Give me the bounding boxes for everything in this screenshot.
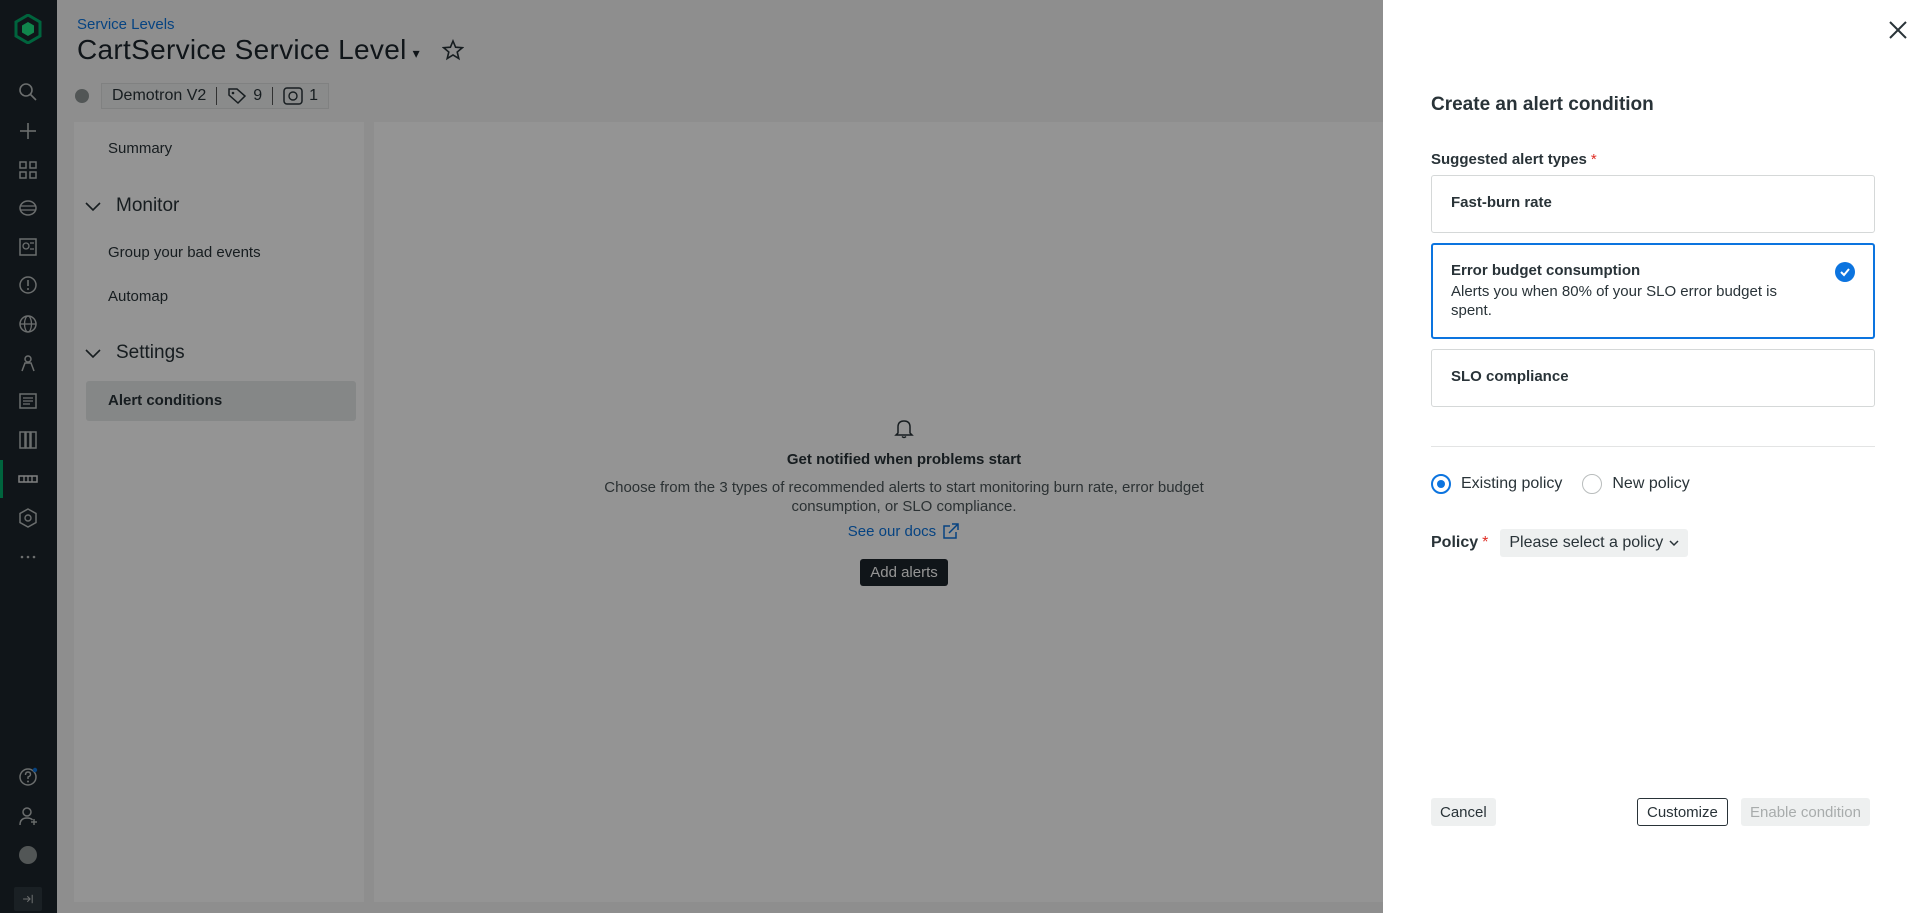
checkmark-icon xyxy=(1835,262,1855,282)
customize-button[interactable]: Customize xyxy=(1637,798,1728,826)
required-mark: * xyxy=(1590,151,1597,168)
existing-policy-radio[interactable] xyxy=(1431,474,1451,494)
new-policy-label[interactable]: New policy xyxy=(1612,475,1689,493)
policy-type-radios: Existing policy New policy xyxy=(1431,474,1710,494)
create-alert-condition-drawer: Create an alert condition Suggested aler… xyxy=(1383,0,1920,913)
cancel-button[interactable]: Cancel xyxy=(1431,798,1496,826)
suggested-label-text: Suggested alert types xyxy=(1431,151,1587,168)
suggested-alert-types-label: Suggested alert types * xyxy=(1431,151,1597,168)
alert-type-card-fast-burn[interactable]: Fast-burn rate xyxy=(1431,175,1875,233)
policy-field: Policy * Please select a policy xyxy=(1431,529,1689,557)
card-title: Fast-burn rate xyxy=(1451,194,1552,211)
policy-label: Policy * xyxy=(1431,534,1488,552)
divider xyxy=(1431,446,1875,447)
alert-type-card-error-budget[interactable]: Error budget consumption Alerts you when… xyxy=(1431,243,1875,339)
card-description: Alerts you when 80% of your SLO error bu… xyxy=(1451,283,1778,319)
policy-select-value: Please select a policy xyxy=(1509,534,1664,551)
modal-backdrop[interactable] xyxy=(0,0,1383,913)
new-policy-radio[interactable] xyxy=(1582,474,1603,494)
alert-type-card-slo-compliance[interactable]: SLO compliance xyxy=(1431,349,1875,407)
policy-label-text: Policy xyxy=(1431,534,1479,551)
existing-policy-label[interactable]: Existing policy xyxy=(1461,475,1562,493)
close-icon[interactable] xyxy=(1888,20,1908,40)
card-title: SLO compliance xyxy=(1451,368,1569,385)
chevron-down-icon xyxy=(1669,540,1679,547)
enable-condition-button[interactable]: Enable condition xyxy=(1741,798,1870,826)
policy-select[interactable]: Please select a policy xyxy=(1500,529,1689,557)
card-title: Error budget consumption xyxy=(1451,262,1641,279)
drawer-title: Create an alert condition xyxy=(1431,94,1654,115)
required-mark: * xyxy=(1482,534,1489,551)
